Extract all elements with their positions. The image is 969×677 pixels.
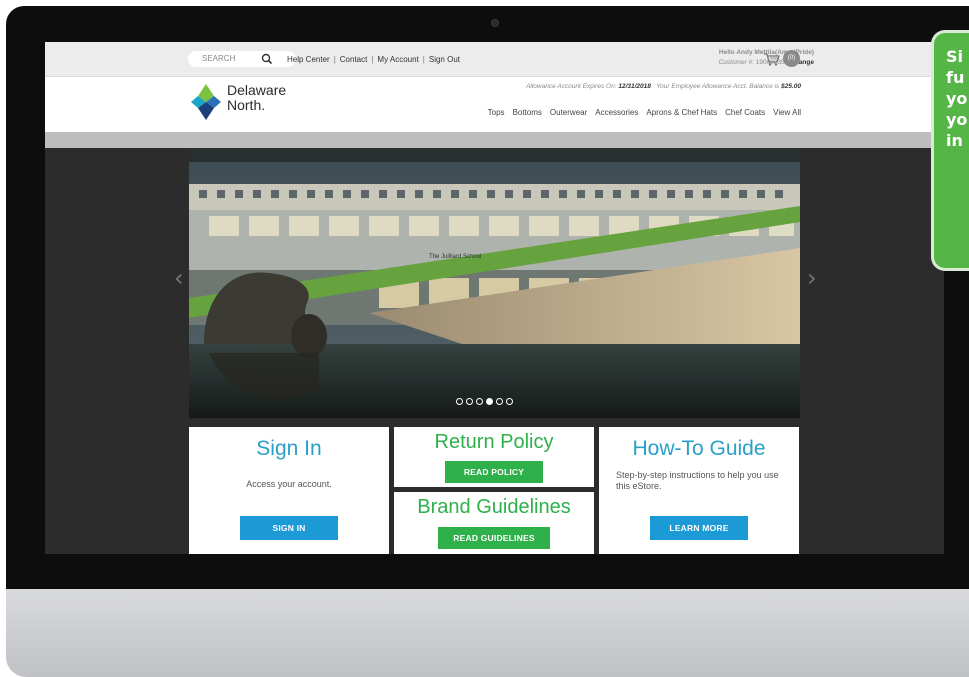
cart-count-badge[interactable]: (0) bbox=[783, 50, 800, 67]
return-policy-title: Return Policy bbox=[434, 431, 554, 453]
read-guidelines-button[interactable]: READ GUIDELINES bbox=[438, 527, 550, 549]
nav-outerwear[interactable]: Outerwear bbox=[550, 108, 587, 117]
my-account-link[interactable]: My Account bbox=[377, 55, 418, 64]
how-to-desc: Step-by-step instructions to help you us… bbox=[616, 470, 779, 491]
camera-icon bbox=[491, 19, 499, 27]
delaware-north-logo-icon[interactable] bbox=[188, 83, 224, 121]
allowance-balance: $25.00 bbox=[781, 83, 801, 90]
help-center-link[interactable]: Help Center bbox=[287, 55, 330, 64]
carousel-dot[interactable] bbox=[466, 398, 473, 405]
read-policy-button[interactable]: READ POLICY bbox=[445, 461, 543, 483]
allowance-balance-label: Your Employee Allowance Acct. Balance is bbox=[656, 83, 780, 90]
return-policy-card: Return Policy READ POLICY bbox=[394, 427, 594, 487]
carousel-dot[interactable] bbox=[506, 398, 513, 405]
allowance-expires-date: 12/31/2018 bbox=[618, 83, 651, 90]
utility-links: Help Center | Contact | My Account | Sign Out bbox=[287, 55, 460, 64]
carousel-prev-button[interactable]: ‹ bbox=[174, 264, 184, 292]
sign-out-link[interactable]: Sign Out bbox=[429, 55, 460, 64]
site-header: Delaware North. Allowance Account Expire… bbox=[45, 77, 944, 132]
allowance-info: Allowance Account Expires On: 12/31/2018… bbox=[526, 83, 801, 90]
logo-line-2: North. bbox=[227, 97, 266, 113]
nav-aprons-chef-hats[interactable]: Aprons & Chef Hats bbox=[646, 108, 717, 117]
cart-icon[interactable] bbox=[763, 51, 781, 67]
customer-label: Customer #: bbox=[718, 59, 754, 66]
learn-more-button[interactable]: LEARN MORE bbox=[650, 516, 748, 540]
how-to-card: How-To Guide Step-by-step instructions t… bbox=[599, 427, 799, 554]
nav-view-all[interactable]: View All bbox=[773, 108, 801, 117]
nav-chef-coats[interactable]: Chef Coats bbox=[725, 108, 765, 117]
hero-carousel-image[interactable]: The Juilliard School bbox=[189, 148, 800, 418]
logo-line-1: Delaware bbox=[227, 82, 287, 98]
monitor-chin bbox=[6, 589, 969, 677]
how-to-title: How-To Guide bbox=[632, 437, 766, 460]
utility-bar: SEARCH Help Center | Contact | My Account | Si… bbox=[45, 42, 944, 77]
nav-bottoms[interactable]: Bottoms bbox=[513, 108, 542, 117]
carousel-dot[interactable] bbox=[456, 398, 463, 405]
sign-in-desc: Access your account. bbox=[246, 479, 332, 489]
carousel-dot[interactable] bbox=[496, 398, 503, 405]
allowance-expires-label: Allowance Account Expires On: bbox=[526, 83, 617, 90]
search-icon[interactable] bbox=[260, 51, 274, 67]
main-nav: Tops Bottoms Outerwear Accessories Aprons & … bbox=[480, 108, 801, 117]
nav-tops[interactable]: Tops bbox=[488, 108, 505, 117]
brand-guidelines-title: Brand Guidelines bbox=[417, 496, 571, 518]
sign-in-card: Sign In Access your account. SIGN IN bbox=[189, 427, 389, 554]
brand-guidelines-card: Brand Guidelines READ GUIDELINES bbox=[394, 492, 594, 554]
header-divider-band bbox=[45, 132, 944, 148]
search-input[interactable]: SEARCH bbox=[188, 51, 296, 67]
screen: SEARCH Help Center | Contact | My Account | Si… bbox=[45, 42, 944, 554]
contact-link[interactable]: Contact bbox=[340, 55, 368, 64]
sign-in-title: Sign In bbox=[256, 437, 322, 460]
logo-wordmark[interactable]: Delaware North. bbox=[227, 83, 286, 113]
callout-text: Si fu yo yo in bbox=[946, 47, 968, 150]
carousel-next-button[interactable]: › bbox=[807, 264, 817, 292]
sign-in-button[interactable]: SIGN IN bbox=[240, 516, 338, 540]
nav-accessories[interactable]: Accessories bbox=[595, 108, 638, 117]
building-sign: The Juilliard School bbox=[429, 254, 481, 260]
carousel-dot[interactable] bbox=[486, 398, 493, 405]
carousel-pagination bbox=[456, 398, 513, 405]
carousel-dot[interactable] bbox=[476, 398, 483, 405]
